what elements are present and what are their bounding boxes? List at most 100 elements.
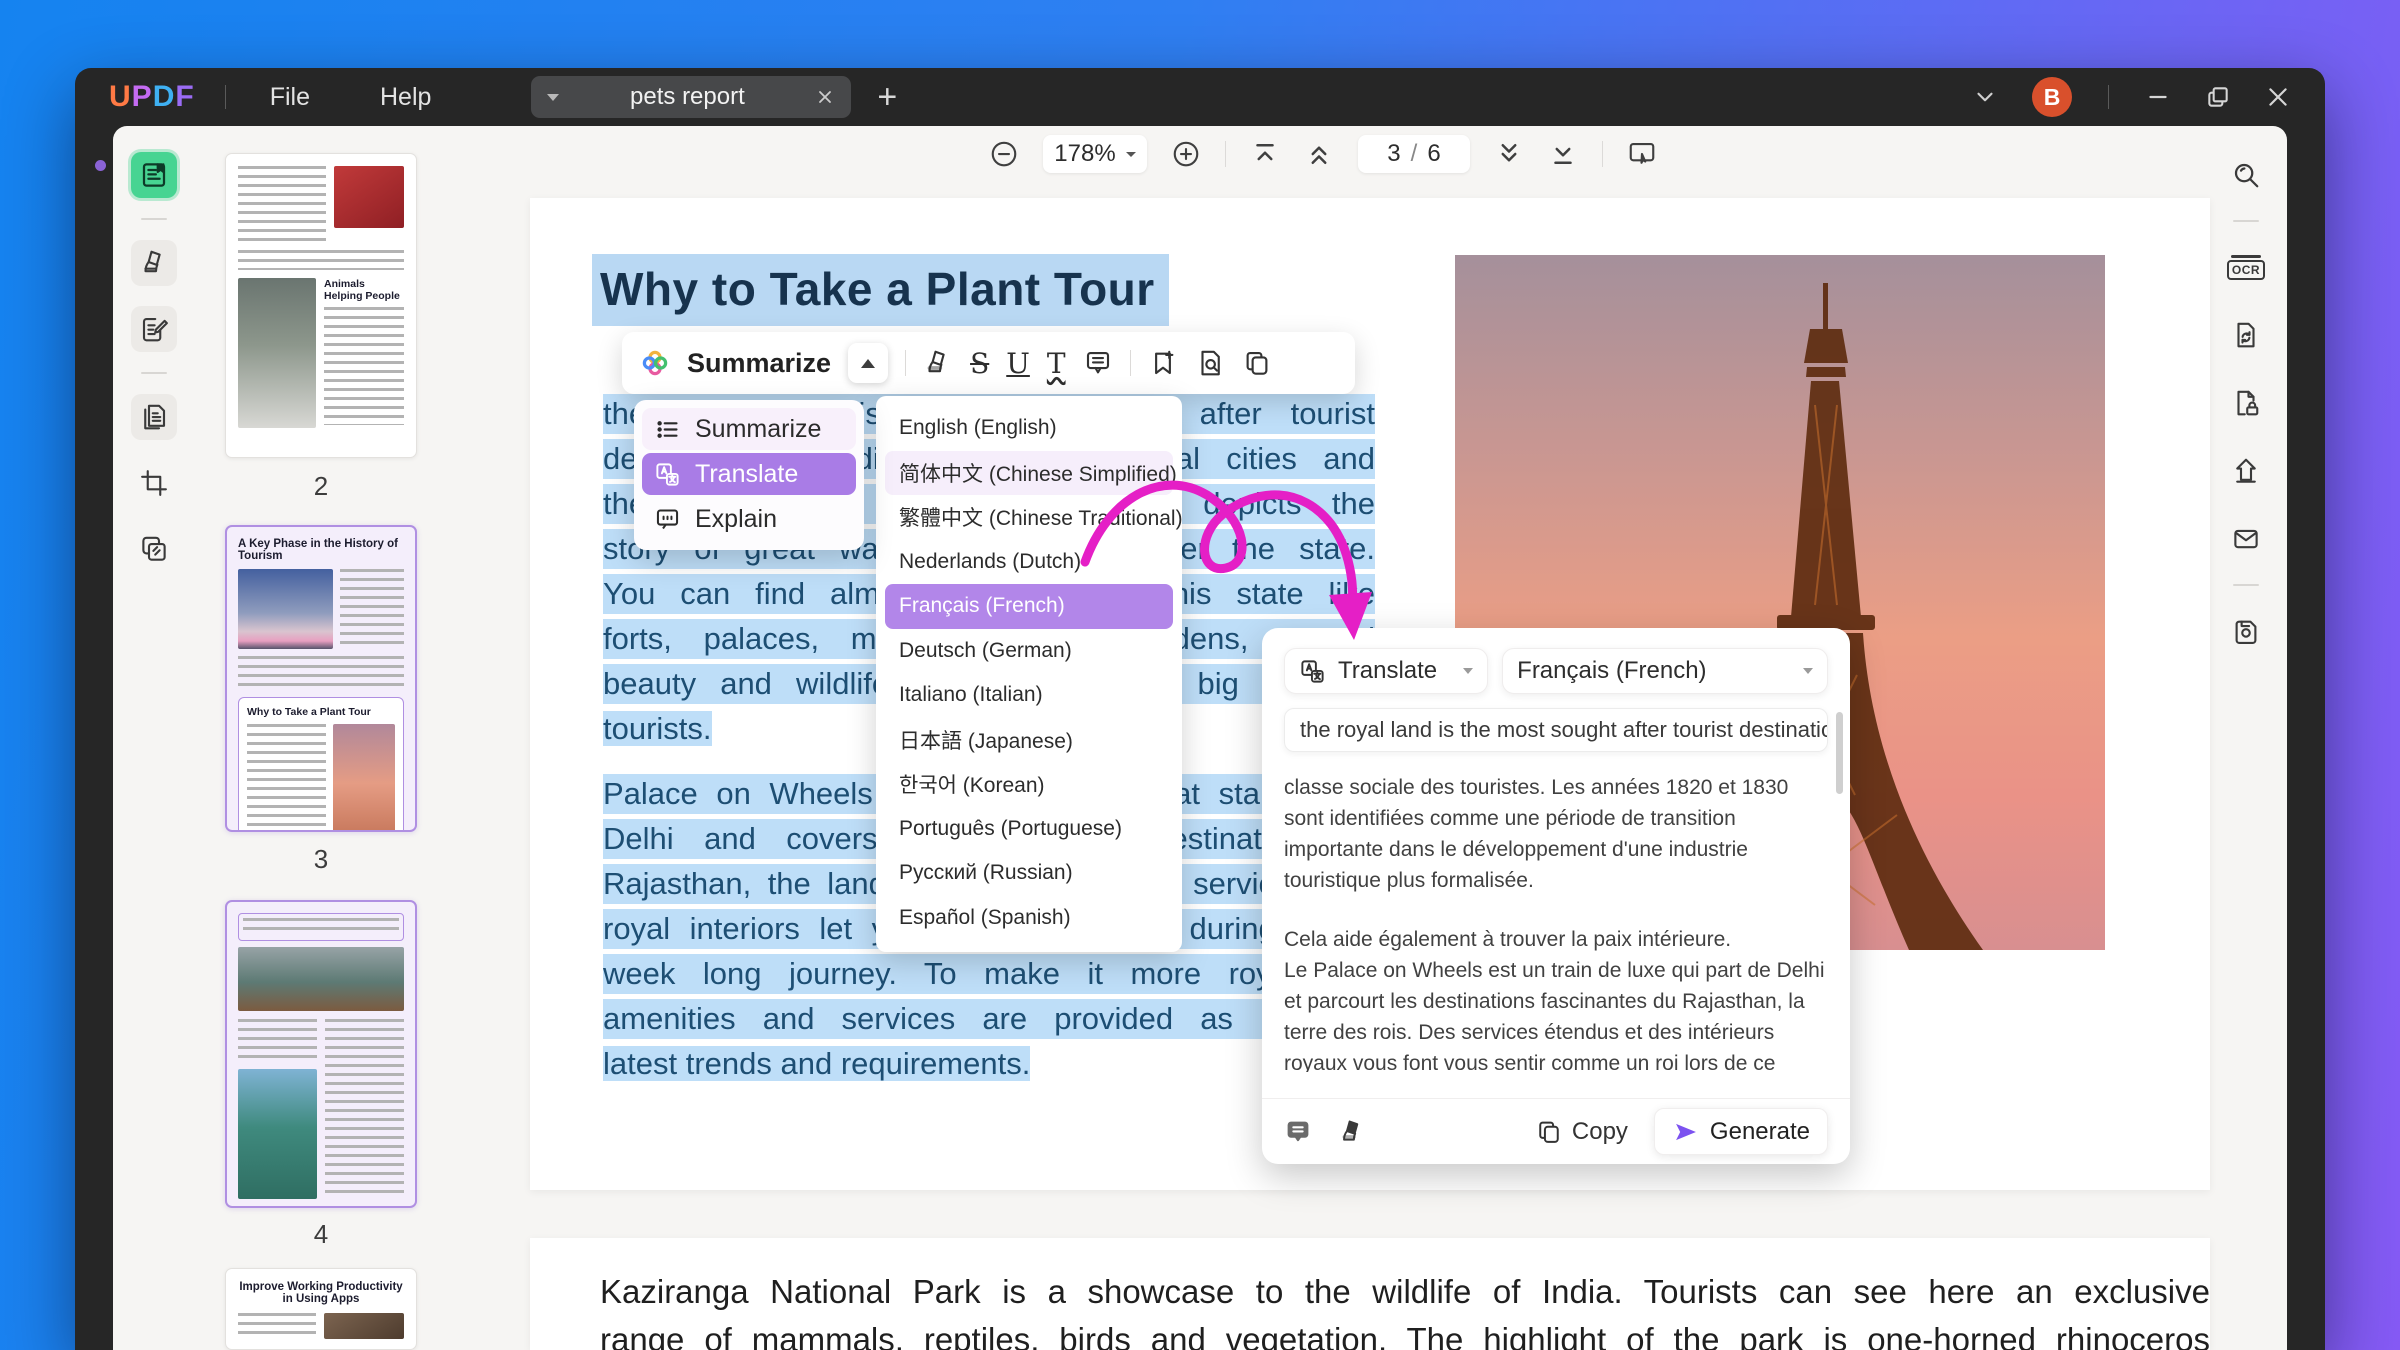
protect-button[interactable] (2223, 380, 2269, 426)
minimize-icon[interactable] (2145, 84, 2171, 110)
presentation-icon[interactable] (1627, 139, 1657, 169)
squiggly-underline-icon[interactable]: T (1047, 347, 1066, 380)
menu-file[interactable]: File (256, 77, 324, 118)
ai-assistant-icon (642, 350, 668, 376)
search-icon (2234, 163, 2259, 188)
convert-button[interactable] (2223, 312, 2269, 358)
copy-button[interactable]: Copy (1535, 1118, 1628, 1146)
pdf-page-4[interactable]: Kaziranga National Park is a showcase to… (530, 1238, 2210, 1350)
language-option-dutch[interactable]: Nederlands (Dutch) (885, 540, 1173, 585)
language-option-chinese-simplified[interactable]: 简体中文 (Chinese Simplified) (885, 450, 1177, 495)
thumbnail-page-2[interactable]: Animals Helping People (225, 153, 417, 458)
language-option-chinese-traditional[interactable]: 繁體中文 (Chinese Traditional) (885, 495, 1183, 540)
new-tab-button[interactable]: + (877, 80, 897, 114)
tab-close-icon[interactable] (815, 87, 835, 107)
strikethrough-icon[interactable]: S (970, 347, 989, 380)
first-page-icon[interactable] (1250, 139, 1280, 169)
email-button[interactable] (2223, 516, 2269, 562)
language-option-german[interactable]: Deutsch (German) (885, 629, 1173, 674)
last-page-icon[interactable] (1548, 139, 1578, 169)
highlighter-icon[interactable] (1338, 1118, 1366, 1146)
logo-letter: U (109, 80, 132, 113)
notification-dot (95, 160, 106, 171)
zoom-out-icon[interactable] (989, 139, 1019, 169)
edit-pdf-button[interactable] (131, 306, 177, 352)
thumbnail-page-3[interactable]: A Key Phase in the History of Tourism Wh… (225, 525, 417, 832)
tab-dropdown-icon[interactable] (547, 93, 560, 101)
panel-scrollbar[interactable] (1836, 712, 1843, 794)
menu-item-explain[interactable]: Explain (642, 498, 856, 540)
language-option-japanese[interactable]: 日本語 (Japanese) (885, 718, 1173, 763)
zoom-level-dropdown[interactable]: 178% (1043, 135, 1147, 173)
edit-icon (142, 317, 168, 342)
translation-result[interactable]: classe sociale des touristes. Les années… (1284, 772, 1828, 1072)
comment-icon[interactable] (1083, 348, 1113, 378)
restore-icon[interactable] (2205, 84, 2231, 110)
language-option-spanish[interactable]: Español (Spanish) (885, 896, 1173, 941)
generate-label: Generate (1709, 1117, 1810, 1145)
comment-icon[interactable] (1284, 1118, 1312, 1146)
copy-icon[interactable] (1242, 348, 1272, 378)
translate-icon (1301, 659, 1324, 683)
translate-mode-dropdown[interactable]: Translate (1284, 648, 1489, 694)
send-icon (1676, 1123, 1696, 1140)
ai-action-expand-button[interactable] (848, 343, 889, 383)
thumbnail-photo-eiffel (333, 724, 395, 830)
previous-page-icon[interactable] (1304, 139, 1334, 169)
divider (905, 350, 907, 376)
caret-down-icon (1803, 668, 1813, 674)
titlebar: UPDF File Help pets report + B (75, 68, 2325, 126)
language-option-portuguese[interactable]: Português (Portuguese) (885, 807, 1173, 852)
annotate-button[interactable] (131, 240, 177, 286)
zoom-in-icon[interactable] (1171, 139, 1201, 169)
language-option-russian[interactable]: Русский (Russian) (885, 851, 1173, 896)
language-option-korean[interactable]: 한국어 (Korean) (885, 762, 1173, 807)
thumbnail-photo-canyon (238, 1069, 317, 1199)
language-option-english[interactable]: English (English) (885, 406, 1173, 451)
chevron-down-icon[interactable] (1972, 84, 1998, 110)
right-tool-rail: OCR (2205, 126, 2287, 1350)
updf-window: UPDF File Help pets report + B 178% 3 / … (75, 68, 2325, 1350)
logo-letter: P (131, 80, 153, 113)
highlight-icon[interactable] (923, 348, 953, 378)
menu-item-summarize[interactable]: Summarize (642, 408, 856, 450)
current-page: 3 (1387, 140, 1401, 167)
crop-icon (141, 470, 167, 496)
menu-help[interactable]: Help (366, 77, 445, 118)
divider (141, 372, 167, 374)
thumbnail-page-5[interactable]: Improve Working Productivity in Using Ap… (225, 1268, 417, 1350)
ai-action-label[interactable]: Summarize (687, 348, 831, 379)
page-number-box[interactable]: 3 / 6 (1358, 135, 1470, 173)
search-document-icon[interactable] (1195, 348, 1225, 378)
convert-document-icon (2237, 322, 2255, 348)
crop-button[interactable] (131, 460, 177, 506)
thumbnail-page-4[interactable] (225, 900, 417, 1208)
language-option-french[interactable]: Français (French) (885, 584, 1173, 629)
underline-icon[interactable]: U (1006, 347, 1030, 380)
snapshot-button[interactable] (2223, 608, 2269, 654)
avatar[interactable]: B (2032, 77, 2072, 117)
target-language-dropdown[interactable]: Français (French) (1502, 648, 1828, 694)
generate-button[interactable]: Generate (1653, 1108, 1828, 1155)
share-button[interactable] (2223, 448, 2269, 494)
search-button[interactable] (2223, 152, 2269, 198)
next-page-icon[interactable] (1494, 139, 1524, 169)
menu-item-translate[interactable]: Translate (642, 453, 856, 495)
thumbnail-heading: Animals Helping People (324, 278, 400, 302)
thumbnail-text-placeholder (247, 724, 326, 830)
thumbnail-page-number: 4 (313, 1219, 329, 1249)
thumbnail-photo-office (324, 1313, 404, 1339)
summarize-icon (657, 420, 678, 438)
thumbnail-text-placeholder (324, 307, 404, 425)
zoom-level-value: 178% (1054, 140, 1116, 167)
ocr-button[interactable]: OCR (2223, 244, 2269, 290)
extract-pages-button[interactable] (131, 526, 177, 572)
close-icon[interactable] (2265, 84, 2291, 110)
language-option-italian[interactable]: Italiano (Italian) (885, 673, 1173, 718)
source-text-field[interactable]: the royal land is the most sought after … (1284, 708, 1828, 752)
bookmark-add-icon[interactable] (1148, 348, 1178, 378)
document-tab[interactable]: pets report (531, 76, 852, 118)
organize-pages-button[interactable] (131, 394, 177, 440)
reader-mode-button[interactable] (131, 152, 177, 198)
divider (224, 85, 226, 109)
